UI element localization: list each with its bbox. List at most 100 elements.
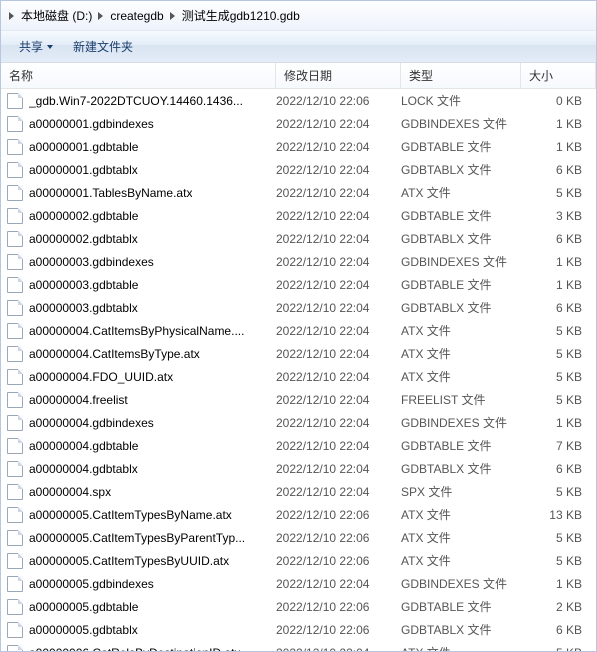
file-row[interactable]: a00000003.gdbtablx2022/12/10 22:04GDBTAB…	[1, 296, 596, 319]
file-size: 6 KB	[521, 462, 596, 476]
file-icon	[7, 392, 23, 408]
file-type: FREELIST 文件	[401, 391, 521, 408]
file-type: ATX 文件	[401, 506, 521, 523]
file-name: a00000004.gdbtablx	[29, 462, 138, 476]
column-header-name[interactable]: 名称	[1, 63, 276, 88]
file-name: a00000002.gdbtable	[29, 209, 138, 223]
share-button[interactable]: 共享	[9, 34, 63, 59]
file-icon	[7, 415, 23, 431]
file-name: a00000004.CatItemsByPhysicalName....	[29, 324, 244, 338]
file-icon	[7, 507, 23, 523]
file-name: a00000005.CatItemTypesByUUID.atx	[29, 554, 229, 568]
file-row[interactable]: a00000005.CatItemTypesByUUID.atx2022/12/…	[1, 549, 596, 572]
file-date: 2022/12/10 22:04	[276, 646, 401, 652]
file-row[interactable]: a00000005.CatItemTypesByParentTyp... 2022…	[1, 526, 596, 549]
file-row[interactable]: a00000002.gdbtablx2022/12/10 22:04GDBTAB…	[1, 227, 596, 250]
file-name: a00000004.spx	[29, 485, 111, 499]
file-date: 2022/12/10 22:04	[276, 324, 401, 338]
column-header-date[interactable]: 修改日期	[276, 63, 401, 88]
file-date: 2022/12/10 22:04	[276, 186, 401, 200]
file-date: 2022/12/10 22:04	[276, 278, 401, 292]
file-name: a00000005.CatItemTypesByParentTyp...	[29, 531, 245, 545]
file-row[interactable]: a00000004.freelist2022/12/10 22:04FREELI…	[1, 388, 596, 411]
file-date: 2022/12/10 22:06	[276, 600, 401, 614]
file-size: 1 KB	[521, 577, 596, 591]
breadcrumb[interactable]: 本地磁盘 (D:) creategdb 测试生成gdb1210.gdb	[1, 1, 596, 31]
column-header-type[interactable]: 类型	[401, 63, 521, 88]
file-name: a00000001.gdbindexes	[29, 117, 154, 131]
file-list[interactable]: _gdb.Win7-2022DTCUOY.14460.1436...2022/1…	[1, 89, 596, 651]
file-row[interactable]: a00000003.gdbtable2022/12/10 22:04GDBTAB…	[1, 273, 596, 296]
file-row[interactable]: a00000001.gdbindexes2022/12/10 22:04GDBI…	[1, 112, 596, 135]
file-name: a00000001.gdbtablx	[29, 163, 138, 177]
chevron-right-icon[interactable]	[7, 11, 17, 21]
column-header-size[interactable]: 大小	[521, 63, 596, 88]
file-type: GDBTABLX 文件	[401, 460, 521, 477]
file-type: ATX 文件	[401, 529, 521, 546]
file-size: 2 KB	[521, 600, 596, 614]
file-name: a00000004.gdbindexes	[29, 416, 154, 430]
share-label: 共享	[19, 38, 43, 55]
file-date: 2022/12/10 22:06	[276, 623, 401, 637]
file-row[interactable]: a00000005.gdbindexes2022/12/10 22:04GDBI…	[1, 572, 596, 595]
file-type: ATX 文件	[401, 184, 521, 201]
file-row[interactable]: a00000004.gdbtable2022/12/10 22:04GDBTAB…	[1, 434, 596, 457]
file-row[interactable]: a00000006.CatRelsByDestinationID.atx 2022…	[1, 641, 596, 651]
file-size: 5 KB	[521, 531, 596, 545]
file-size: 6 KB	[521, 623, 596, 637]
file-row[interactable]: a00000002.gdbtable2022/12/10 22:04GDBTAB…	[1, 204, 596, 227]
file-type: ATX 文件	[401, 644, 521, 651]
file-row[interactable]: a00000004.gdbindexes2022/12/10 22:04GDBI…	[1, 411, 596, 434]
file-row[interactable]: a00000004.gdbtablx2022/12/10 22:04GDBTAB…	[1, 457, 596, 480]
breadcrumb-segment[interactable]: 本地磁盘 (D:)	[17, 5, 96, 26]
file-icon	[7, 185, 23, 201]
file-name: a00000001.TablesByName.atx	[29, 186, 192, 200]
file-row[interactable]: a00000004.CatItemsByType.atx2022/12/10 2…	[1, 342, 596, 365]
file-icon	[7, 208, 23, 224]
chevron-right-icon[interactable]	[168, 11, 178, 21]
file-name: a00000004.FDO_UUID.atx	[29, 370, 173, 384]
file-row[interactable]: a00000001.gdbtable2022/12/10 22:04GDBTAB…	[1, 135, 596, 158]
file-type: GDBINDEXES 文件	[401, 115, 521, 132]
file-icon	[7, 93, 23, 109]
file-size: 5 KB	[521, 393, 596, 407]
file-date: 2022/12/10 22:04	[276, 416, 401, 430]
file-row[interactable]: a00000004.spx2022/12/10 22:04SPX 文件5 KB	[1, 480, 596, 503]
file-row[interactable]: a00000005.gdbtablx2022/12/10 22:06GDBTAB…	[1, 618, 596, 641]
file-date: 2022/12/10 22:04	[276, 140, 401, 154]
file-row[interactable]: _gdb.Win7-2022DTCUOY.14460.1436...2022/1…	[1, 89, 596, 112]
file-type: ATX 文件	[401, 345, 521, 362]
breadcrumb-segment[interactable]: creategdb	[106, 7, 167, 25]
file-date: 2022/12/10 22:04	[276, 255, 401, 269]
file-row[interactable]: a00000005.gdbtable2022/12/10 22:06GDBTAB…	[1, 595, 596, 618]
file-size: 7 KB	[521, 439, 596, 453]
new-folder-button[interactable]: 新建文件夹	[63, 34, 143, 59]
file-row[interactable]: a00000004.FDO_UUID.atx2022/12/10 22:04AT…	[1, 365, 596, 388]
file-icon	[7, 116, 23, 132]
file-type: GDBTABLE 文件	[401, 207, 521, 224]
breadcrumb-segment[interactable]: 测试生成gdb1210.gdb	[178, 5, 304, 26]
file-type: ATX 文件	[401, 368, 521, 385]
file-icon	[7, 323, 23, 339]
file-icon	[7, 622, 23, 638]
file-row[interactable]: a00000005.CatItemTypesByName.atx 2022/12/…	[1, 503, 596, 526]
file-name: a00000003.gdbindexes	[29, 255, 154, 269]
file-name: a00000005.CatItemTypesByName.atx	[29, 508, 232, 522]
file-icon	[7, 254, 23, 270]
file-size: 5 KB	[521, 347, 596, 361]
chevron-right-icon[interactable]	[96, 11, 106, 21]
file-name: a00000006.CatRelsByDestinationID.atx	[29, 646, 240, 652]
file-date: 2022/12/10 22:06	[276, 508, 401, 522]
file-row[interactable]: a00000001.gdbtablx2022/12/10 22:04GDBTAB…	[1, 158, 596, 181]
file-type: GDBTABLE 文件	[401, 598, 521, 615]
toolbar: 共享 新建文件夹	[1, 31, 596, 63]
file-date: 2022/12/10 22:06	[276, 531, 401, 545]
file-row[interactable]: a00000001.TablesByName.atx 2022/12/10 22:…	[1, 181, 596, 204]
file-row[interactable]: a00000003.gdbindexes2022/12/10 22:04GDBI…	[1, 250, 596, 273]
file-size: 6 KB	[521, 163, 596, 177]
file-date: 2022/12/10 22:04	[276, 577, 401, 591]
file-row[interactable]: a00000004.CatItemsByPhysicalName.... 2022…	[1, 319, 596, 342]
file-size: 6 KB	[521, 301, 596, 315]
file-date: 2022/12/10 22:04	[276, 232, 401, 246]
new-folder-label: 新建文件夹	[73, 38, 133, 55]
